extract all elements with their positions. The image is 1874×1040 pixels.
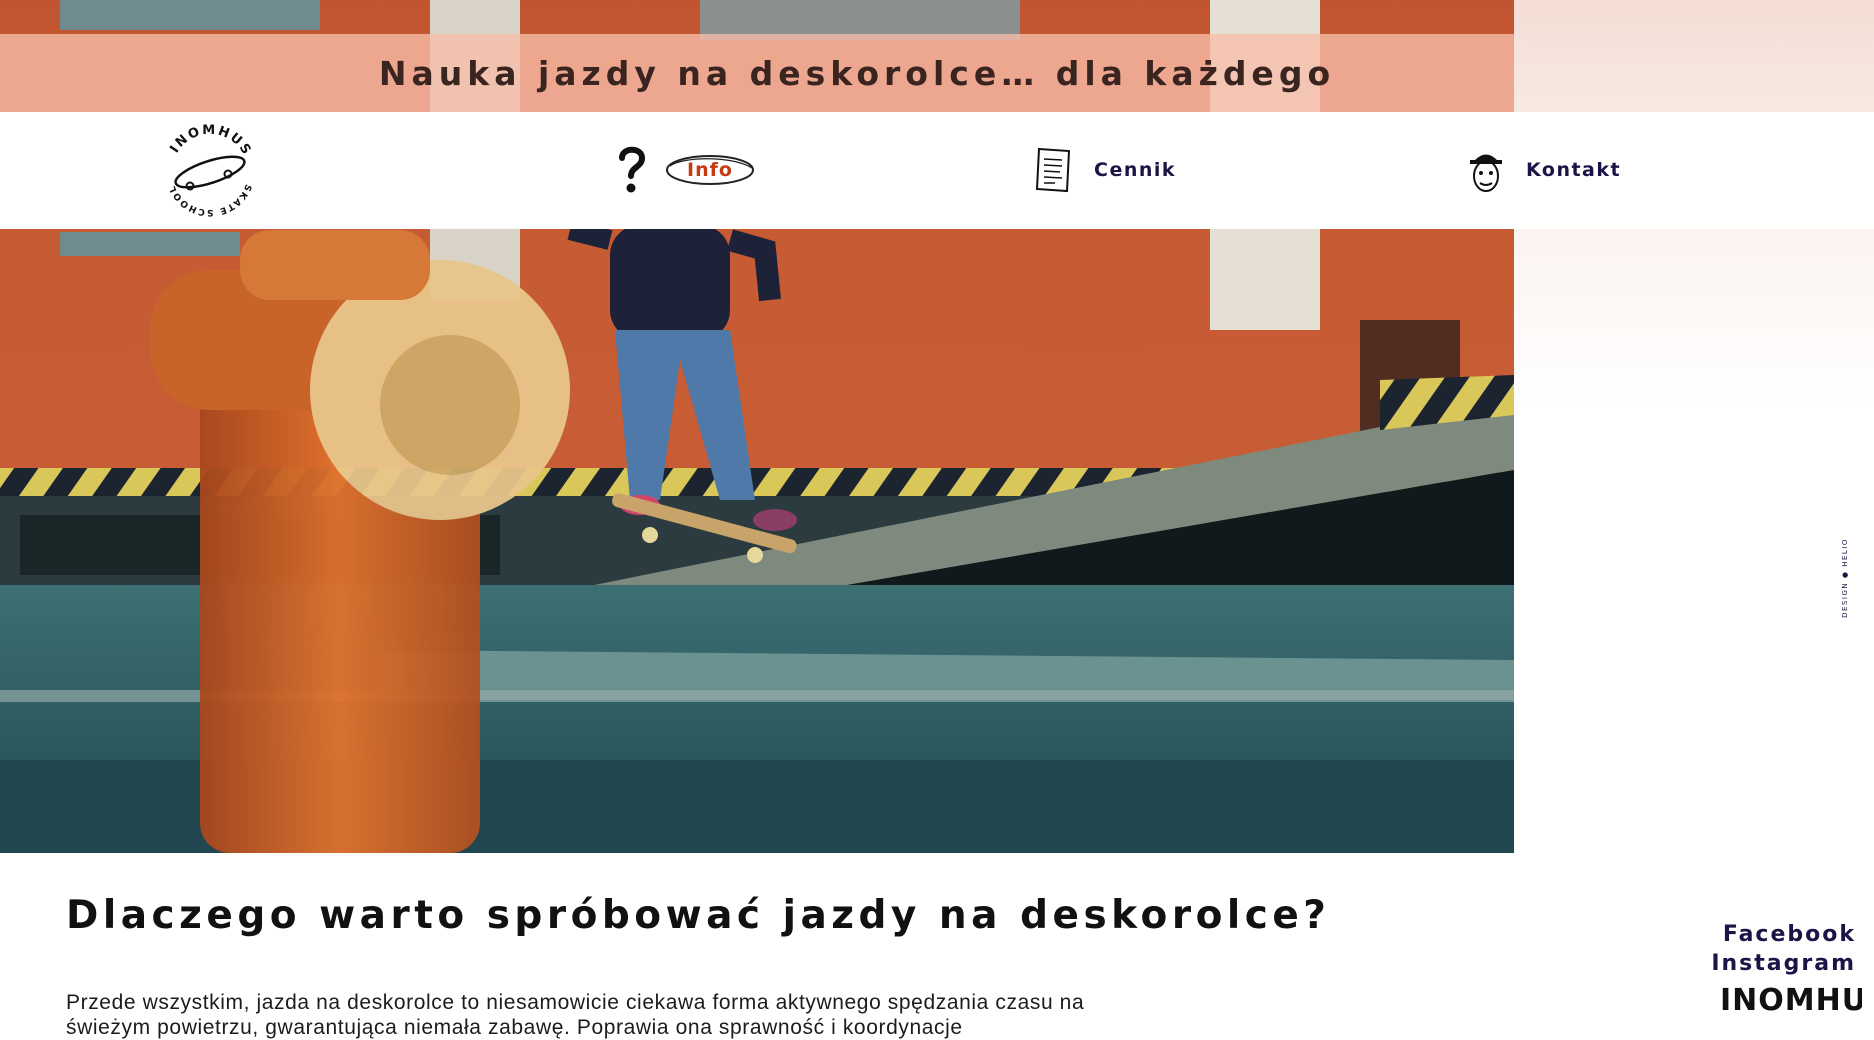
face-with-hat-icon [1464,144,1508,196]
section-paragraph: Przede wszystkim, jazda na deskorolce to… [66,991,1085,1039]
facebook-link[interactable]: Facebook [1711,920,1856,949]
price-list-document-icon [1032,144,1076,196]
skate-school-logo-icon[interactable]: INOMHUS SKATE SCHOOL [160,122,260,222]
nav-item-kontakt[interactable]: Kontakt [1464,142,1621,198]
svg-text:INOMHUS: INOMHUS [1720,983,1862,1018]
nav-item-cennik[interactable]: Cennik [1032,142,1176,198]
main-navbar: INOMHUS SKATE SCHOOL Info Cennik Kontakt [0,112,1874,229]
nav-label-info: Info [687,159,733,181]
social-links: Facebook Instagram [1711,920,1856,978]
section-heading: Dlaczego warto spróbować jazdy na deskor… [66,893,1331,938]
nav-label-kontakt: Kontakt [1526,159,1622,181]
instagram-link[interactable]: Instagram [1711,949,1856,978]
tagline: Nauka jazdy na deskorolce… dla każdego [378,53,1336,93]
svg-text:INOMHUS: INOMHUS [167,123,254,159]
question-mark-icon [610,144,654,196]
nav-item-info[interactable]: Info [610,142,756,198]
nav-info-pill: Info [664,152,756,188]
brand-wordmark: INOMHUS [1712,976,1874,1020]
design-credit[interactable]: DESIGN ● HELIO [1841,538,1849,618]
nav-label-cennik: Cennik [1094,159,1177,181]
tagline-band: Nauka jazdy na deskorolce… dla każdego [0,34,1514,112]
